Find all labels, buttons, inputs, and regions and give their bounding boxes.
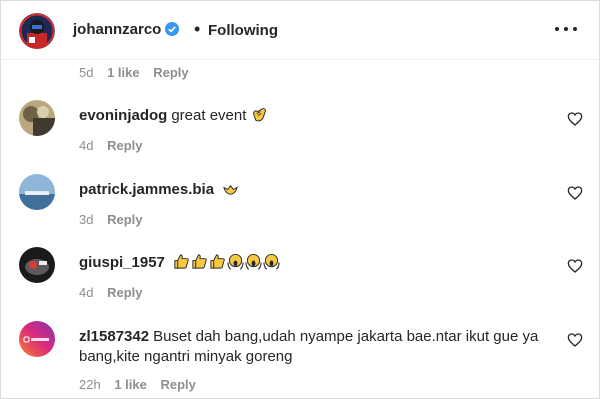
comment-likes[interactable]: 1 like <box>107 65 140 80</box>
comment-text: giuspi_1957 <box>79 253 549 273</box>
avatar[interactable] <box>19 247 55 283</box>
screaming-face-emoji <box>227 253 244 270</box>
comment-username[interactable]: evoninjadog <box>79 107 167 124</box>
comment-item: giuspi_1957 4d Reply <box>1 247 599 307</box>
reply-button[interactable]: Reply <box>107 138 142 153</box>
comment-item: patrick.jammes.bia 3d Reply <box>1 174 599 234</box>
comment-meta: 22h 1 like Reply <box>79 377 206 392</box>
post-author-avatar[interactable] <box>19 13 55 49</box>
comment-time[interactable]: 22h <box>79 377 101 392</box>
comment-time[interactable]: 4d <box>79 138 93 153</box>
separator-dot: • <box>194 19 201 39</box>
thumbs-up-emoji <box>210 254 225 269</box>
follow-status-button[interactable]: Following <box>208 22 278 39</box>
reply-button[interactable]: Reply <box>107 285 142 300</box>
thumbs-up-emoji <box>192 254 207 269</box>
comment-meta: 3d Reply <box>79 212 153 227</box>
comment-meta: 4d Reply <box>79 285 153 300</box>
avatar[interactable] <box>19 57 55 61</box>
thumbs-up-emoji <box>174 254 189 269</box>
comment-item: 5d 1 like Reply <box>1 57 599 87</box>
comment-item: evoninjadog great event 4d Reply <box>1 100 599 160</box>
comment-time[interactable]: 4d <box>79 285 93 300</box>
clapping-hands-emoji <box>223 184 239 195</box>
comment-likes[interactable]: 1 like <box>114 377 147 392</box>
more-options-icon[interactable] <box>553 17 579 39</box>
post-header: johannzarco • Following <box>1 1 599 60</box>
reply-button[interactable]: Reply <box>160 377 195 392</box>
avatar[interactable] <box>19 321 55 357</box>
avatar[interactable] <box>19 100 55 136</box>
comment-item: zl1587342 Buset dah bang,udah nyampe jaka… <box>1 321 599 397</box>
clapping-hands-emoji <box>252 108 266 122</box>
avatar[interactable] <box>19 174 55 210</box>
comment-meta: 5d 1 like Reply <box>79 65 199 80</box>
comment-text: evoninjadog great event <box>79 106 549 126</box>
comment-time[interactable]: 3d <box>79 212 93 227</box>
reply-button[interactable]: Reply <box>153 65 188 80</box>
comment-text: patrick.jammes.bia <box>79 180 549 200</box>
comments-panel: johannzarco • Following 5d 1 like Reply <box>0 0 600 399</box>
screaming-face-emoji <box>245 253 262 270</box>
post-author-name[interactable]: johannzarco <box>73 21 161 38</box>
comment-username[interactable]: zl1587342 <box>79 328 149 345</box>
heart-outline-icon[interactable] <box>567 332 583 348</box>
post-author-username[interactable]: johannzarco <box>73 21 180 38</box>
verified-badge-icon <box>165 22 180 36</box>
comment-meta: 4d Reply <box>79 138 153 153</box>
screaming-face-emoji <box>263 253 280 270</box>
comment-text: zl1587342 Buset dah bang,udah nyampe jaka… <box>79 327 549 367</box>
heart-outline-icon[interactable] <box>567 111 583 127</box>
heart-outline-icon[interactable] <box>567 258 583 274</box>
comment-username[interactable]: giuspi_1957 <box>79 254 165 271</box>
comment-username[interactable]: patrick.jammes.bia <box>79 181 214 198</box>
reply-button[interactable]: Reply <box>107 212 142 227</box>
comment-body: great event <box>171 107 247 124</box>
heart-outline-icon[interactable] <box>567 185 583 201</box>
comment-time[interactable]: 5d <box>79 65 93 80</box>
